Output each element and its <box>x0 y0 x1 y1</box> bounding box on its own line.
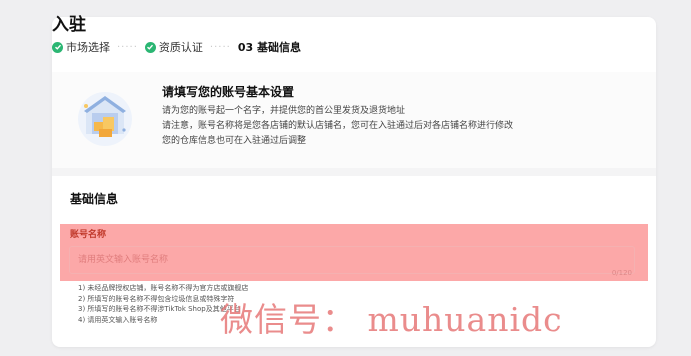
section-divider <box>52 168 656 176</box>
step-market-selection[interactable]: 市场选择 <box>52 39 110 55</box>
check-circle-icon <box>144 41 156 53</box>
warehouse-illustration-icon <box>78 92 132 146</box>
info-line: 您的仓库信息也可在入驻通过后调整 <box>162 136 307 146</box>
account-name-label: 账号名称 <box>70 230 107 240</box>
char-counter: 0/120 <box>611 269 632 277</box>
info-line: 请注意，账号名称将是您各店铺的默认店铺名，您可在入驻通过后对各店铺名称进行修改 <box>162 121 514 131</box>
account-name-field: 账号名称 0/120 <box>60 224 648 281</box>
watermark: 微信号： muhuanidc <box>220 300 563 339</box>
rule-item: 1) 未经品牌授权店铺，账号名称不得为官方店或旗舰店 <box>78 284 249 292</box>
section-title: 基础信息 <box>70 192 119 206</box>
info-banner: 请填写您的账号基本设置 请为您的账号起一个名字，并提供您的首公里发货及退货地址 … <box>52 72 656 168</box>
step-label: 03 基础信息 <box>237 41 301 54</box>
step-qualification[interactable]: 资质认证 <box>144 39 203 55</box>
step-separator: ····· <box>209 41 231 53</box>
check-circle-icon <box>52 41 63 53</box>
info-line: 请为您的账号起一个名字，并提供您的首公里发货及退货地址 <box>162 106 406 116</box>
account-name-input[interactable] <box>69 246 635 274</box>
step-label: 市场选择 <box>66 41 110 54</box>
step-progress: 市场选择 ····· 资质认证 ····· 03 基础信息 <box>52 39 301 55</box>
page-title: 入驻 <box>52 15 86 35</box>
step-label: 资质认证 <box>158 41 203 54</box>
info-title: 请填写您的账号基本设置 <box>162 85 295 99</box>
step-basic-info: 03 基础信息 <box>238 39 301 55</box>
step-separator: ····· <box>117 41 138 53</box>
